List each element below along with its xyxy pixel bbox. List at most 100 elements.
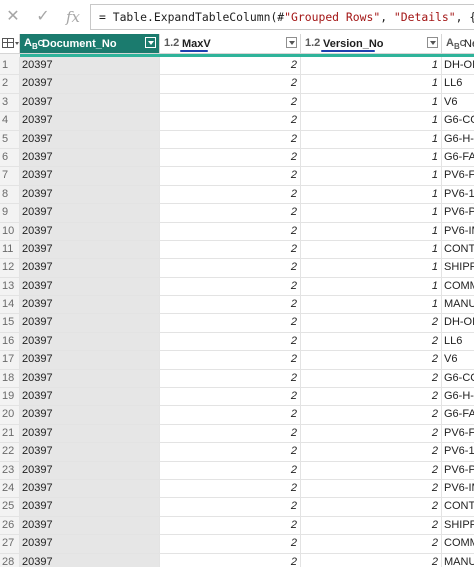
cell-name[interactable]: LL6 bbox=[442, 75, 474, 94]
cell-version-no[interactable]: 2 bbox=[301, 332, 442, 352]
row-number[interactable]: 28 bbox=[0, 553, 20, 567]
table-row[interactable]: 14 20397 2 1 MANU bbox=[0, 296, 474, 315]
row-number[interactable]: 9 bbox=[0, 204, 20, 223]
cell-name[interactable]: PV6-IM bbox=[442, 223, 474, 241]
cell-document-no[interactable]: 20397 bbox=[20, 351, 160, 370]
cell-name[interactable]: MANU bbox=[442, 296, 474, 315]
cell-document-no[interactable]: 20397 bbox=[20, 388, 160, 407]
cell-name[interactable]: COMM bbox=[442, 278, 474, 297]
table-row[interactable]: 16 20397 2 2 LL6 bbox=[0, 332, 474, 352]
table-row[interactable]: 152039722DH-OM bbox=[0, 314, 474, 333]
table-row[interactable]: 272039722COMM bbox=[0, 535, 474, 554]
cell-name[interactable]: G6-H-V bbox=[442, 131, 474, 149]
cell-version-no[interactable]: 1 bbox=[301, 130, 442, 149]
cell-name[interactable]: V6 bbox=[442, 351, 474, 370]
cell-name[interactable]: PV6-10 bbox=[442, 443, 474, 462]
cell-document-no[interactable]: 20397 bbox=[20, 112, 160, 131]
table-row[interactable]: 102039721PV6-IM bbox=[0, 222, 474, 241]
column-header-maxv[interactable]: 1.2 MaxV bbox=[160, 34, 301, 54]
cell-name[interactable]: G6-FAI bbox=[442, 149, 474, 168]
row-number[interactable]: 19 bbox=[0, 388, 20, 407]
formula-input[interactable]: = Table.ExpandTableColumn(#"Grouped Rows… bbox=[90, 4, 474, 30]
row-number[interactable]: 17 bbox=[0, 351, 20, 370]
cell-document-no[interactable]: 20397 bbox=[20, 185, 160, 205]
row-number[interactable]: 13 bbox=[0, 277, 20, 297]
cell-name[interactable]: PV6-10 bbox=[442, 186, 474, 205]
cell-version-no[interactable]: 1 bbox=[301, 240, 442, 260]
cell-name[interactable]: CONTR bbox=[442, 241, 474, 260]
cell-version-no[interactable]: 2 bbox=[301, 443, 442, 462]
cell-version-no[interactable]: 2 bbox=[301, 553, 442, 567]
row-number[interactable]: 21 bbox=[0, 424, 20, 444]
cell-name[interactable]: SHIPPI bbox=[442, 259, 474, 278]
column-header-document-no[interactable]: ABC Document_No bbox=[20, 34, 160, 54]
cell-document-no[interactable]: 20397 bbox=[20, 277, 160, 297]
row-number[interactable]: 16 bbox=[0, 332, 20, 352]
table-row[interactable]: 17 20397 2 2 V6 bbox=[0, 351, 474, 370]
cell-maxv[interactable]: 2 bbox=[160, 479, 301, 499]
close-icon[interactable]: ✕ bbox=[2, 6, 24, 28]
cell-document-no[interactable]: 20397 bbox=[20, 424, 160, 444]
cell-document-no[interactable]: 20397 bbox=[20, 369, 160, 389]
row-number[interactable]: 11 bbox=[0, 240, 20, 260]
cell-document-no[interactable]: 20397 bbox=[20, 148, 160, 168]
cell-maxv[interactable]: 2 bbox=[160, 277, 301, 297]
cell-version-no[interactable]: 1 bbox=[301, 222, 442, 241]
row-number[interactable]: 5 bbox=[0, 130, 20, 149]
table-row[interactable]: 72039721PV6-FA bbox=[0, 167, 474, 186]
filter-dropdown-icon[interactable] bbox=[427, 37, 438, 48]
cell-name[interactable]: MANU bbox=[442, 554, 474, 567]
cell-document-no[interactable]: 20397 bbox=[20, 75, 160, 94]
row-number[interactable]: 2 bbox=[0, 75, 20, 94]
table-row[interactable]: 252039722CONTR bbox=[0, 498, 474, 517]
cell-version-no[interactable]: 2 bbox=[301, 461, 442, 480]
cell-name[interactable]: LL6 bbox=[442, 333, 474, 352]
table-row[interactable]: 182039722G6-CC bbox=[0, 369, 474, 389]
table-row[interactable]: 122039721SHIPPI bbox=[0, 259, 474, 278]
cell-name[interactable]: DH-OM bbox=[442, 314, 474, 333]
cell-maxv[interactable]: 2 bbox=[160, 75, 301, 94]
cell-maxv[interactable]: 2 bbox=[160, 498, 301, 517]
cell-document-no[interactable]: 20397 bbox=[20, 498, 160, 517]
cell-version-no[interactable]: 2 bbox=[301, 314, 442, 333]
cell-maxv[interactable]: 2 bbox=[160, 388, 301, 407]
cell-document-no[interactable]: 20397 bbox=[20, 443, 160, 462]
cell-document-no[interactable]: 20397 bbox=[20, 130, 160, 149]
table-row[interactable]: 232039722PV6-PE bbox=[0, 461, 474, 480]
table-row[interactable]: 202039722G6-FAI bbox=[0, 406, 474, 425]
row-number[interactable]: 8 bbox=[0, 185, 20, 205]
cell-maxv[interactable]: 2 bbox=[160, 148, 301, 168]
cell-document-no[interactable]: 20397 bbox=[20, 516, 160, 536]
cell-name[interactable]: G6-FAI bbox=[442, 406, 474, 425]
table-row[interactable]: 222039722PV6-10 bbox=[0, 443, 474, 462]
table-row[interactable]: 12039721DH-OM bbox=[0, 57, 474, 76]
cell-document-no[interactable]: 20397 bbox=[20, 167, 160, 186]
row-number[interactable]: 27 bbox=[0, 535, 20, 554]
cell-name[interactable]: PV6-FA bbox=[442, 425, 474, 444]
row-number[interactable]: 22 bbox=[0, 443, 20, 462]
cell-name[interactable]: G6-CC bbox=[442, 370, 474, 389]
cell-name[interactable]: PV6-FA bbox=[442, 167, 474, 186]
cell-maxv[interactable]: 2 bbox=[160, 535, 301, 554]
table-row[interactable]: 212039722PV6-FA bbox=[0, 424, 474, 444]
cell-name[interactable]: PV6-PE bbox=[442, 462, 474, 480]
cell-version-no[interactable]: 2 bbox=[301, 498, 442, 517]
cell-maxv[interactable]: 2 bbox=[160, 259, 301, 278]
cell-maxv[interactable]: 2 bbox=[160, 461, 301, 480]
cell-document-no[interactable]: 20397 bbox=[20, 461, 160, 480]
table-row[interactable]: 82039721PV6-10 bbox=[0, 185, 474, 205]
cell-maxv[interactable]: 2 bbox=[160, 57, 301, 76]
cell-maxv[interactable]: 2 bbox=[160, 516, 301, 536]
cell-maxv[interactable]: 2 bbox=[160, 332, 301, 352]
cell-version-no[interactable]: 1 bbox=[301, 185, 442, 205]
cell-version-no[interactable]: 1 bbox=[301, 277, 442, 297]
cell-maxv[interactable]: 2 bbox=[160, 240, 301, 260]
cell-document-no[interactable]: 20397 bbox=[20, 57, 160, 76]
table-row[interactable]: 3 20397 2 1 V6 bbox=[0, 93, 474, 113]
cell-maxv[interactable]: 2 bbox=[160, 185, 301, 205]
check-icon[interactable]: ✓ bbox=[32, 6, 54, 28]
cell-maxv[interactable]: 2 bbox=[160, 296, 301, 315]
cell-maxv[interactable]: 2 bbox=[160, 204, 301, 223]
row-number[interactable]: 10 bbox=[0, 222, 20, 241]
filter-dropdown-icon[interactable] bbox=[145, 37, 156, 48]
